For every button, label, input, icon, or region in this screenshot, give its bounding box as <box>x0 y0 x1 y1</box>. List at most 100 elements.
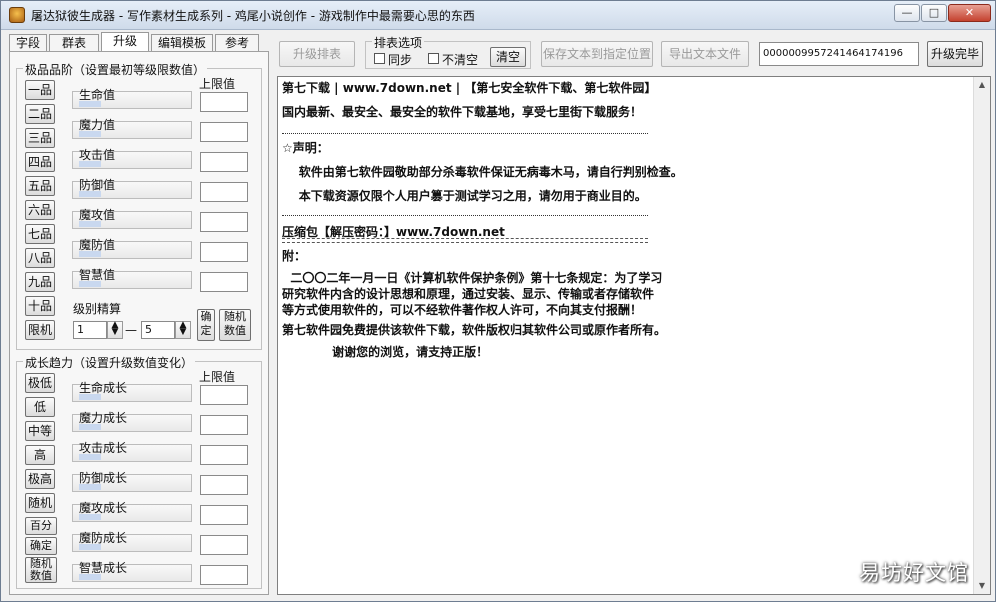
output-text-area[interactable]: 第七下载 | www.7down.net | 【第七安全软件下载、第七软件园】 … <box>277 76 991 595</box>
level-to-input[interactable]: 5 <box>141 321 175 339</box>
growth-upper-input-matk[interactable] <box>200 505 248 525</box>
random-values-button[interactable]: 随机数值 <box>219 309 251 341</box>
stat-label: 魔力值 <box>79 118 116 132</box>
vertical-scrollbar[interactable]: ▲ ▼ <box>973 77 990 594</box>
growth-button-low[interactable]: 低 <box>25 397 55 417</box>
sync-checkbox[interactable] <box>374 53 385 64</box>
keep-checkbox[interactable] <box>428 53 439 64</box>
grade-button-random[interactable]: 限机 <box>25 320 55 340</box>
sync-label: 同步 <box>388 53 413 67</box>
growth-button-high[interactable]: 高 <box>25 445 55 465</box>
stat-label: 魔防值 <box>79 238 116 252</box>
growth-group-legend: 成长趋力（设置升级数值变化） <box>23 354 196 371</box>
growth-bar-matk: 魔攻成长 <box>72 501 192 522</box>
grade-group-legend: 极品品阶（设置最初等级限数值） <box>23 61 208 78</box>
export-text-button[interactable]: 导出文本文件 <box>661 41 749 67</box>
stat-bar-int: 智慧值 <box>72 268 192 289</box>
upper-limit-input-mdef[interactable] <box>200 242 248 262</box>
growth-button-very-high[interactable]: 极高 <box>25 469 55 489</box>
title-bar: 屠达狱彼生成器 - 写作素材生成系列 - 鸡尾小说创作 - 游戏制作中最需要心思… <box>1 1 995 30</box>
grade-button-6[interactable]: 六品 <box>25 200 55 220</box>
code-field[interactable]: 0000009957241464174196 <box>759 42 919 66</box>
grade-button-9[interactable]: 九品 <box>25 272 55 292</box>
doc-line: 附： <box>282 249 307 263</box>
clear-button[interactable]: 清空 <box>490 47 526 67</box>
upper-limit-input-def[interactable] <box>200 182 248 202</box>
growth-button-medium[interactable]: 中等 <box>25 421 55 441</box>
watermark: 易坊好文馆 <box>859 561 969 585</box>
stat-bar-atk: 攻击值 <box>72 148 192 169</box>
stat-label: 攻击值 <box>79 148 116 162</box>
growth-upper-limit-label: 上限值 <box>199 370 236 384</box>
growth-label: 魔力成长 <box>79 411 128 425</box>
upper-limit-label: 上限值 <box>199 77 236 91</box>
level-from-input[interactable]: 1 <box>73 321 107 339</box>
doc-line: 等方式使用软件的，可以不经软件著作权人许可，不向其支付报酬！ <box>282 303 643 317</box>
growth-label: 智慧成长 <box>79 561 128 575</box>
upper-limit-input-int[interactable] <box>200 272 248 292</box>
scroll-down-icon[interactable]: ▼ <box>974 578 990 594</box>
stat-bar-matk: 魔攻值 <box>72 208 192 229</box>
growth-decide-button[interactable]: 确定 <box>25 537 57 555</box>
tab-reference[interactable]: 参考 <box>215 34 259 51</box>
stat-bar-mdef: 魔防值 <box>72 238 192 259</box>
save-text-button[interactable]: 保存文本到指定位置 <box>541 41 653 67</box>
tab-upgrade[interactable]: 升级 <box>101 32 149 52</box>
maximize-button[interactable]: □ <box>921 4 947 22</box>
doc-line: 二〇〇二年一月一日《计算机软件保护条例》第十七条规定：为了学习 <box>282 271 663 285</box>
stat-bar-mp: 魔力值 <box>72 118 192 139</box>
growth-button-random[interactable]: 随机 <box>25 493 55 513</box>
upgrade-done-button[interactable]: 升级完毕 <box>927 41 983 67</box>
growth-upper-input-atk[interactable] <box>200 445 248 465</box>
stat-label: 智慧值 <box>79 268 116 282</box>
percent-button[interactable]: 百分 <box>25 517 57 535</box>
upper-limit-input-mp[interactable] <box>200 122 248 142</box>
growth-label: 防御成长 <box>79 471 128 485</box>
stat-bar-hp: 生命值 <box>72 88 192 109</box>
stat-label: 防御值 <box>79 178 116 192</box>
growth-random-button[interactable]: 随机数值 <box>25 557 57 583</box>
doc-line: ☆声明： <box>282 141 329 155</box>
growth-label: 魔防成长 <box>79 531 128 545</box>
level-from-spinner[interactable]: ▲ ▼ <box>107 321 123 339</box>
upper-limit-input-hp[interactable] <box>200 92 248 112</box>
growth-bar-hp: 生命成长 <box>72 381 192 402</box>
grade-button-2[interactable]: 二品 <box>25 104 55 124</box>
doc-line: 第七下载 | www.7down.net | 【第七安全软件下载、第七软件园】 <box>282 81 657 95</box>
growth-button-very-low[interactable]: 极低 <box>25 373 55 393</box>
upper-limit-input-matk[interactable] <box>200 212 248 232</box>
grade-button-7[interactable]: 七品 <box>25 224 55 244</box>
grade-button-4[interactable]: 四品 <box>25 152 55 172</box>
doc-line: 国内最新、最安全、最安全的软件下载基地，享受七里街下载服务！ <box>282 105 643 119</box>
upgrade-table-button[interactable]: 升级排表 <box>279 41 355 67</box>
upgrade-panel: 极品品阶（设置最初等级限数值） 一品 二品 三品 四品 五品 六品 七品 八品 … <box>9 51 269 595</box>
grade-button-1[interactable]: 一品 <box>25 80 55 100</box>
tab-table[interactable]: 群表 <box>49 34 99 51</box>
growth-bar-mp: 魔力成长 <box>72 411 192 432</box>
grade-button-5[interactable]: 五品 <box>25 176 55 196</box>
grade-button-10[interactable]: 十品 <box>25 296 55 316</box>
growth-label: 攻击成长 <box>79 441 128 455</box>
scroll-up-icon[interactable]: ▲ <box>974 77 990 93</box>
decide-button[interactable]: 确定 <box>197 309 215 341</box>
minimize-button[interactable]: — <box>894 4 920 22</box>
tab-fields[interactable]: 字段 <box>9 34 47 51</box>
close-button[interactable]: ✕ <box>948 4 991 22</box>
upper-limit-input-atk[interactable] <box>200 152 248 172</box>
growth-upper-input-mdef[interactable] <box>200 535 248 555</box>
growth-upper-input-mp[interactable] <box>200 415 248 435</box>
app-window: 屠达狱彼生成器 - 写作素材生成系列 - 鸡尾小说创作 - 游戏制作中最需要心思… <box>0 0 996 602</box>
growth-bar-atk: 攻击成长 <box>72 441 192 462</box>
growth-upper-input-int[interactable] <box>200 565 248 585</box>
doc-divider <box>282 215 648 217</box>
range-dash: — <box>125 323 137 337</box>
grade-button-8[interactable]: 八品 <box>25 248 55 268</box>
growth-upper-input-hp[interactable] <box>200 385 248 405</box>
table-options-legend: 排表选项 <box>372 34 425 51</box>
grade-button-3[interactable]: 三品 <box>25 128 55 148</box>
growth-upper-input-def[interactable] <box>200 475 248 495</box>
doc-divider <box>282 238 648 243</box>
tab-edit-template[interactable]: 编辑模板 <box>151 34 213 51</box>
growth-label: 生命成长 <box>79 381 128 395</box>
level-to-spinner[interactable]: ▲ ▼ <box>175 321 191 339</box>
